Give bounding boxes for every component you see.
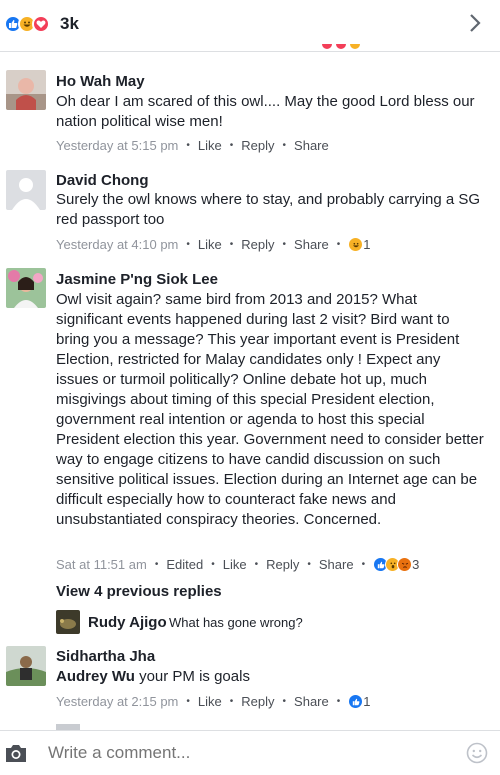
avatar[interactable] — [6, 268, 46, 308]
separator-dot: • — [336, 239, 341, 250]
like-link[interactable]: Like — [223, 557, 247, 572]
comment-timestamp[interactable]: Yesterday at 2:15 pm — [56, 694, 178, 709]
scrolled-content-edge — [0, 44, 500, 52]
reaction-icons — [4, 15, 50, 33]
avatar-placeholder[interactable] — [6, 170, 46, 210]
comment-timestamp[interactable]: Yesterday at 5:15 pm — [56, 138, 178, 153]
comment-timestamp[interactable]: Yesterday at 4:10 pm — [56, 237, 178, 252]
separator-dot: • — [229, 140, 234, 151]
share-link[interactable]: Share — [294, 138, 329, 153]
reaction-count[interactable]: 3k — [60, 14, 79, 34]
share-link[interactable]: Share — [294, 237, 329, 252]
haha-reaction-icon — [348, 237, 364, 252]
faded-reaction-icon — [336, 44, 346, 49]
like-link[interactable]: Like — [198, 694, 222, 709]
like-link[interactable]: Like — [198, 237, 222, 252]
separator-dot: • — [282, 239, 287, 250]
reaction-count[interactable]: 3 — [412, 557, 419, 572]
like-reaction-icon — [348, 694, 364, 709]
comment-timestamp[interactable]: Sat at 11:51 am — [56, 557, 147, 572]
comment-text: Oh dear I am scared of this owl.... May … — [56, 93, 475, 130]
angry-reaction-icon — [397, 557, 413, 572]
comment-composer — [0, 730, 500, 775]
faded-reaction-icon — [322, 44, 332, 49]
separator-dot: • — [282, 140, 287, 151]
comment-actions: Sat at 11:51 am • Edited • Like • Reply … — [56, 557, 419, 572]
reply-link[interactable]: Reply — [241, 138, 274, 153]
separator-dot: • — [282, 696, 287, 707]
reply-text: What has gone wrong? — [169, 615, 303, 630]
comment-author[interactable]: David Chong — [56, 172, 149, 189]
like-link[interactable]: Like — [198, 138, 222, 153]
reply-link[interactable]: Reply — [266, 557, 299, 572]
separator-dot: • — [186, 696, 190, 707]
comment-text: Owl visit again? same bird from 2013 and… — [56, 291, 484, 528]
reply-author[interactable]: Rudy Ajigo — [88, 614, 167, 631]
camera-icon[interactable] — [4, 742, 28, 764]
faded-reaction-icon — [350, 44, 360, 49]
comment-input[interactable] — [48, 743, 428, 763]
reaction-count[interactable]: 1 — [363, 237, 370, 252]
reply-link[interactable]: Reply — [241, 237, 274, 252]
comment-author[interactable]: Sidhartha Jha — [56, 648, 155, 665]
love-reaction-icon — [32, 15, 50, 33]
separator-dot: • — [186, 239, 190, 250]
reaction-count[interactable]: 1 — [363, 694, 370, 709]
reactions-bar[interactable]: 3k — [0, 0, 500, 52]
mentioned-user[interactable]: Audrey Wu — [56, 668, 135, 685]
edited-link[interactable]: Edited — [166, 557, 203, 572]
chevron-right-icon[interactable] — [464, 12, 486, 34]
separator-dot: • — [229, 696, 234, 707]
avatar[interactable] — [6, 646, 46, 686]
avatar[interactable] — [6, 70, 46, 110]
comment-author[interactable]: Jasmine P'ng Siok Lee — [56, 271, 218, 288]
separator-dot: • — [361, 559, 366, 570]
separator-dot: • — [307, 559, 311, 570]
separator-dot: • — [229, 239, 234, 250]
comment-author[interactable]: Ho Wah May — [56, 73, 145, 90]
comment-reactions[interactable] — [373, 557, 413, 572]
share-link[interactable]: Share — [319, 557, 354, 572]
share-link[interactable]: Share — [294, 694, 329, 709]
comment-text-rest: your PM is goals — [134, 668, 250, 685]
comment-reactions[interactable] — [348, 694, 364, 709]
reply-preview[interactable]: Rudy Ajigo What has gone wrong? — [56, 610, 496, 636]
comment-text: Audrey Wu your PM is goals — [56, 667, 486, 687]
separator-dot: • — [336, 696, 341, 707]
separator-dot: • — [154, 559, 159, 570]
comment-actions: Yesterday at 5:15 pm • Like • Reply • Sh… — [56, 138, 329, 153]
reply-link[interactable]: Reply — [241, 694, 274, 709]
separator-dot: • — [254, 559, 259, 570]
separator-dot: • — [186, 140, 190, 151]
separator-dot: • — [211, 559, 215, 570]
view-previous-replies-link[interactable]: View 4 previous replies — [56, 583, 222, 600]
comment-actions: Yesterday at 4:10 pm • Like • Reply • Sh… — [56, 237, 371, 252]
comment-actions: Yesterday at 2:15 pm • Like • Reply • Sh… — [56, 694, 371, 709]
avatar[interactable] — [56, 610, 80, 634]
emoji-icon[interactable] — [466, 742, 488, 764]
comment-text: Surely the owl knows where to stay, and … — [56, 191, 481, 228]
comment-reactions[interactable] — [348, 237, 364, 252]
